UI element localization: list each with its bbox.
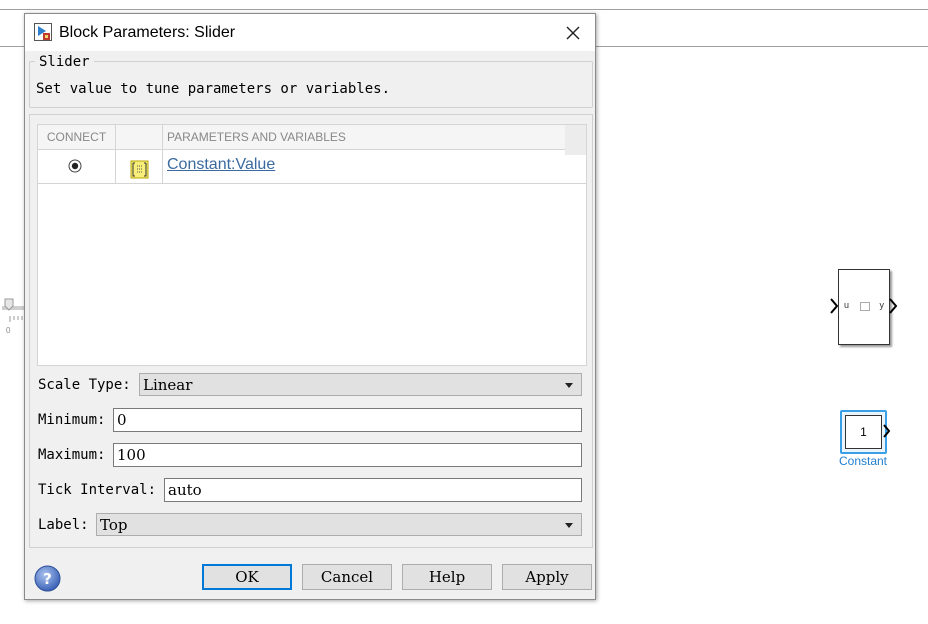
subsystem-in-label: u (844, 300, 850, 310)
table-header: CONNECT PARAMETERS AND VARIABLES (38, 125, 586, 155)
connection-table: CONNECT PARAMETERS AND VARIABLES Constan… (37, 124, 587, 366)
minimum-label: Minimum: (38, 412, 106, 428)
subsystem-inner: u y (842, 300, 886, 312)
apply-button[interactable]: Apply (502, 564, 592, 590)
block-parameters-dialog: Block Parameters: Slider Slider Set valu… (24, 13, 596, 600)
parameter-icon (130, 160, 149, 179)
scale-type-dropdown[interactable]: Linear (139, 373, 582, 396)
label-position-label: Label: (38, 517, 89, 533)
slider-description: Set value to tune parameters or variable… (36, 81, 391, 97)
slider-group-title: Slider (35, 54, 94, 70)
close-icon[interactable] (560, 20, 586, 46)
table-row[interactable]: Constant:Value (38, 150, 586, 184)
column-header-parameters[interactable]: PARAMETERS AND VARIABLES (167, 125, 565, 149)
subsystem-out-label: y (879, 300, 885, 310)
column-header-icon (116, 125, 163, 149)
label-position-dropdown[interactable]: Top (96, 513, 582, 536)
maximum-label: Maximum: (38, 447, 106, 463)
chevron-down-icon (565, 523, 573, 528)
chevron-down-icon (565, 383, 573, 388)
help-icon[interactable]: ? (34, 565, 61, 592)
scale-type-label: Scale Type: (38, 377, 131, 393)
column-header-connect[interactable]: CONNECT (38, 125, 116, 149)
tick-interval-label: Tick Interval: (38, 482, 157, 498)
constant-out-port-icon (883, 424, 891, 438)
cancel-button[interactable]: Cancel (302, 564, 392, 590)
scale-type-value: Linear (143, 376, 193, 394)
column-divider (162, 125, 163, 183)
constant-value: 1 (845, 415, 882, 449)
connect-radio-button[interactable] (68, 159, 82, 173)
dialog-title: Block Parameters: Slider (59, 24, 236, 41)
minimum-input[interactable] (113, 408, 582, 432)
simulink-block-icon (34, 23, 52, 41)
column-divider (115, 125, 116, 183)
svg-text:?: ? (43, 570, 52, 588)
subsystem-block[interactable]: u y (838, 269, 890, 345)
label-position-value: Top (100, 516, 128, 534)
parameter-link-constant-value[interactable]: Constant:Value (167, 156, 275, 174)
subsystem-mid-icon (860, 302, 870, 311)
subsystem-out-port-icon (889, 298, 898, 314)
slider-tick-label: 0 (6, 326, 11, 335)
constant-block-label: Constant (838, 454, 888, 468)
canvas-toolbar-line (0, 9, 928, 10)
maximum-input[interactable] (113, 443, 582, 467)
help-button[interactable]: Help (402, 564, 492, 590)
dialog-title-bar[interactable]: Block Parameters: Slider (25, 14, 595, 51)
tick-interval-input[interactable] (164, 478, 582, 502)
constant-block[interactable]: 1 (840, 410, 887, 454)
ok-button[interactable]: OK (202, 564, 292, 590)
